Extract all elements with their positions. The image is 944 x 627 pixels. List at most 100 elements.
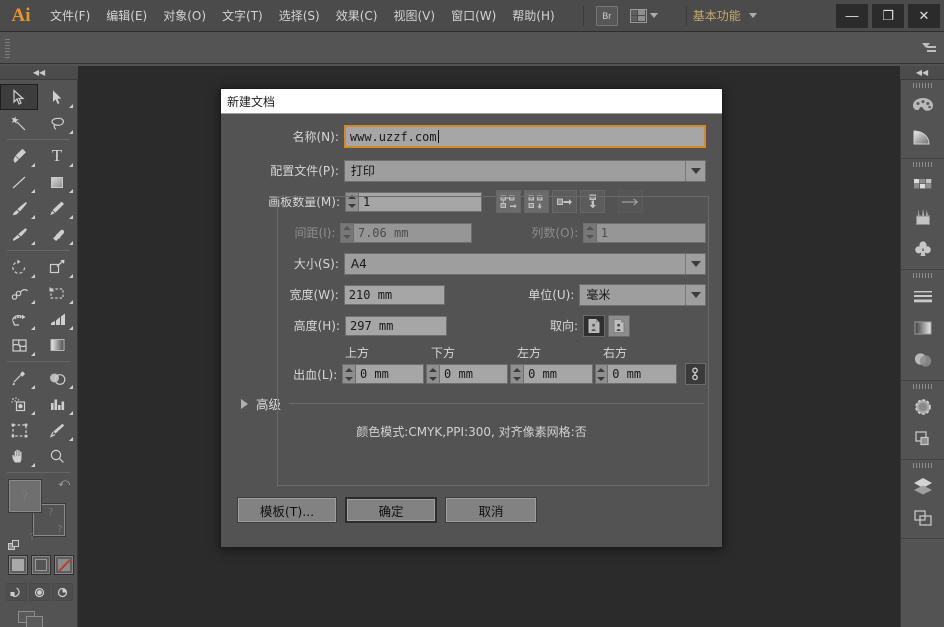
layers-panel-icon[interactable] <box>901 470 944 502</box>
bleed-right-stepper[interactable] <box>594 364 608 384</box>
bleed-left-input[interactable]: 0 mm <box>523 364 593 384</box>
cancel-button[interactable]: 取消 <box>445 497 537 523</box>
grid-by-row-icon[interactable] <box>496 190 521 213</box>
change-screen-mode-icon[interactable] <box>18 611 46 627</box>
disclosure-triangle-icon[interactable] <box>241 398 248 409</box>
maximize-button[interactable]: ❐ <box>871 2 905 29</box>
line-segment-tool[interactable] <box>0 169 38 195</box>
right-to-left-layout-icon[interactable] <box>618 190 643 213</box>
dock-collapse-button[interactable]: ◀◀ <box>900 66 944 80</box>
bleed-top-input[interactable]: 0 mm <box>354 364 425 384</box>
pencil-tool[interactable] <box>38 195 76 221</box>
advanced-section[interactable]: 高级 <box>237 394 706 413</box>
height-input[interactable]: 297 mm <box>345 315 447 336</box>
menu-help[interactable]: 帮助(H) <box>504 2 562 29</box>
size-select[interactable]: A4 <box>343 252 706 275</box>
menu-type[interactable]: 文字(T) <box>214 2 271 29</box>
minimize-button[interactable]: — <box>835 2 869 29</box>
arrange-by-column-icon[interactable] <box>580 190 605 213</box>
eyedropper-tool[interactable] <box>0 365 38 391</box>
fill-swatch[interactable]: ? <box>8 479 42 513</box>
eraser-tool[interactable] <box>38 221 76 247</box>
portrait-orientation-button[interactable] <box>583 314 605 337</box>
lasso-tool[interactable] <box>38 110 76 136</box>
direct-selection-tool[interactable] <box>38 84 76 110</box>
paintbrush-tool[interactable] <box>0 195 38 221</box>
stroke-panel-icon[interactable] <box>901 280 944 312</box>
full-screen-menu-mode-icon[interactable] <box>29 583 50 601</box>
workspace-switcher-label[interactable]: 基本功能 <box>693 7 741 24</box>
symbols-panel-icon[interactable] <box>901 233 944 265</box>
graphic-styles-panel-icon[interactable] <box>901 423 944 455</box>
dock-group-grip[interactable] <box>901 80 944 90</box>
width-input[interactable]: 210 mm <box>343 284 445 305</box>
units-select[interactable]: 毫米 <box>579 283 706 306</box>
blob-brush-tool[interactable] <box>0 221 38 247</box>
gradient-panel-icon[interactable] <box>901 312 944 344</box>
color-mode-button[interactable] <box>8 555 28 575</box>
slice-tool[interactable] <box>38 417 76 443</box>
brushes-panel-icon[interactable] <box>901 201 944 233</box>
transparency-panel-icon[interactable] <box>901 344 944 376</box>
dock-group-grip[interactable] <box>901 270 944 280</box>
ok-button[interactable]: 确定 <box>345 497 437 523</box>
dock-group-grip[interactable] <box>901 381 944 391</box>
menu-window[interactable]: 窗口(W) <box>443 2 504 29</box>
pen-tool[interactable] <box>0 143 38 169</box>
bleed-bottom-stepper[interactable] <box>426 364 440 384</box>
magic-wand-tool[interactable] <box>0 110 38 136</box>
shape-builder-tool[interactable] <box>0 306 38 332</box>
close-button[interactable]: ✕ <box>907 2 941 29</box>
bleed-left-stepper[interactable] <box>510 364 524 384</box>
swatches-panel-icon[interactable] <box>901 169 944 201</box>
mesh-tool[interactable] <box>0 332 38 358</box>
appearance-panel-icon[interactable] <box>901 391 944 423</box>
rotate-tool[interactable] <box>0 254 38 280</box>
dock-group-grip[interactable] <box>901 159 944 169</box>
landscape-orientation-button[interactable] <box>608 314 630 337</box>
selection-tool[interactable] <box>0 84 38 110</box>
menu-effect[interactable]: 效果(C) <box>328 2 386 29</box>
gradient-tool[interactable] <box>38 332 76 358</box>
rectangle-tool[interactable] <box>38 169 76 195</box>
chevron-down-icon[interactable] <box>685 284 705 305</box>
artboards-input[interactable]: 1 <box>358 191 482 212</box>
toolbar-collapse-button[interactable]: ◀◀ <box>0 66 78 80</box>
hand-tool[interactable] <box>0 443 38 469</box>
menu-select[interactable]: 选择(S) <box>271 2 328 29</box>
perspective-grid-tool[interactable] <box>38 306 76 332</box>
symbol-sprayer-tool[interactable] <box>0 391 38 417</box>
artboard-tool[interactable] <box>0 417 38 443</box>
menu-file[interactable]: 文件(F) <box>42 2 98 29</box>
chevron-down-icon[interactable] <box>685 253 705 274</box>
scale-tool[interactable] <box>38 254 76 280</box>
control-bar-grip[interactable] <box>3 37 12 59</box>
color-panel-icon[interactable] <box>901 90 944 122</box>
document-name-input[interactable]: www.uzzf.com <box>343 125 706 148</box>
menu-view[interactable]: 视图(V) <box>385 2 443 29</box>
bleed-top-stepper[interactable] <box>342 364 355 384</box>
full-screen-mode-icon[interactable] <box>52 583 73 601</box>
type-tool[interactable]: T <box>38 143 76 169</box>
zoom-tool[interactable] <box>38 443 76 469</box>
grid-by-column-icon[interactable] <box>524 190 549 213</box>
blend-tool[interactable] <box>38 365 76 391</box>
panel-menu-icon[interactable] <box>922 42 936 54</box>
bleed-bottom-input[interactable]: 0 mm <box>439 364 509 384</box>
bleed-right-input[interactable]: 0 mm <box>607 364 677 384</box>
templates-button[interactable]: 模板(T)... <box>237 497 337 523</box>
arrange-by-row-icon[interactable] <box>552 190 577 213</box>
artboards-panel-icon[interactable] <box>901 502 944 534</box>
link-bleed-values-icon[interactable] <box>684 363 707 385</box>
column-graph-tool[interactable] <box>38 391 76 417</box>
bridge-icon[interactable]: Br <box>595 5 618 26</box>
workspace-chevron-icon[interactable] <box>748 13 757 18</box>
swap-fill-stroke-icon[interactable]: ⤺ <box>58 477 70 490</box>
normal-screen-mode-icon[interactable] <box>6 583 27 601</box>
width-tool[interactable] <box>0 280 38 306</box>
arrange-documents-button[interactable] <box>629 8 658 23</box>
dock-group-grip[interactable] <box>901 460 944 470</box>
free-transform-tool[interactable] <box>38 280 76 306</box>
artboards-stepper[interactable] <box>345 191 358 212</box>
color-guide-panel-icon[interactable] <box>901 122 944 154</box>
